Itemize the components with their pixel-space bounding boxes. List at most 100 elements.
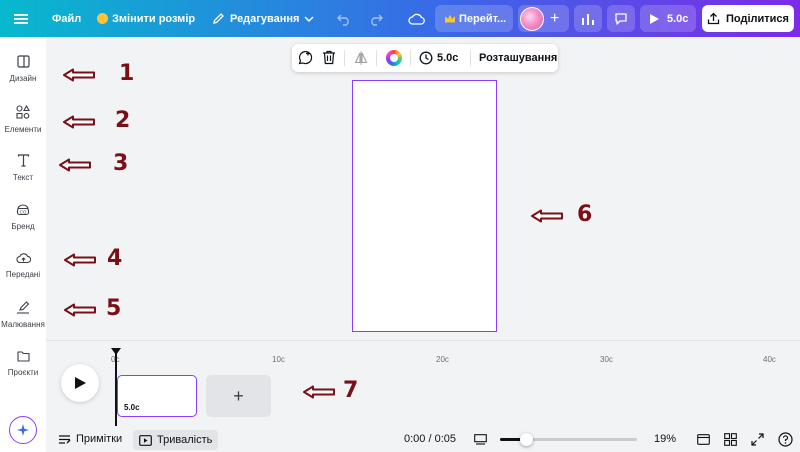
file-menu-label: Файл — [52, 12, 82, 25]
sidebar-item-brand[interactable]: CO Бренд — [0, 203, 46, 231]
elements-icon — [16, 105, 30, 119]
sidebar-item-label: Бренд — [11, 222, 35, 231]
add-collaborator-icon[interactable]: + — [550, 10, 559, 27]
playhead-handle[interactable] — [111, 348, 121, 355]
pencil-icon — [213, 13, 224, 24]
fullscreen-icon[interactable] — [751, 426, 764, 452]
svg-text:CO: CO — [20, 209, 27, 214]
editing-mode-label: Редагування — [230, 12, 300, 25]
annotation-arrow — [64, 253, 96, 267]
design-icon — [16, 55, 30, 68]
divider — [376, 50, 377, 66]
help-icon[interactable] — [778, 426, 793, 452]
sidebar-item-label: Дизайн — [9, 74, 37, 83]
sidebar-item-label: Передані — [5, 270, 41, 279]
timing-button[interactable]: 5.0с — [419, 50, 458, 66]
annotation-number: 3 — [113, 151, 129, 176]
comment-icon[interactable] — [607, 5, 635, 32]
crown-icon — [445, 14, 455, 23]
grid-icon[interactable] — [724, 426, 737, 452]
top-toolbar: Файл Змінити розмір Редагування Перейт..… — [0, 0, 800, 37]
projects-icon — [16, 351, 30, 362]
sidebar-item-label: Елементи — [4, 125, 42, 134]
time-readout: 0:00 / 0:05 — [404, 426, 456, 452]
time-readout-text: 0:00 / 0:05 — [404, 433, 456, 445]
editor-window: Файл Змінити розмір Редагування Перейт..… — [0, 0, 800, 452]
grid-view-icon[interactable] — [474, 426, 487, 452]
delete-icon[interactable] — [322, 50, 336, 70]
duration-toggle-label: Тривалість — [157, 434, 213, 446]
plus-icon: + — [233, 385, 244, 406]
annotation-arrow — [59, 158, 91, 172]
magic-assistant-button[interactable] — [9, 416, 37, 444]
crown-icon — [97, 13, 108, 24]
timeline-clip[interactable]: 5.0с — [117, 375, 197, 417]
play-preview-button[interactable]: 5.0с — [640, 5, 696, 32]
menu-icon[interactable] — [14, 0, 28, 37]
left-sidebar: Дизайн Елементи Текст CO Бренд Передані … — [0, 37, 46, 452]
color-picker-icon[interactable] — [386, 50, 402, 66]
play-icon — [74, 377, 86, 389]
cloud-save-icon[interactable] — [408, 0, 426, 37]
position-label: Розташування — [479, 52, 558, 64]
element-context-toolbar: 5.0с Розташування — [292, 44, 558, 72]
timeline-playhead[interactable] — [115, 352, 117, 426]
upgrade-button[interactable]: Перейт... — [435, 5, 513, 32]
file-menu-button[interactable]: Файл — [52, 0, 81, 37]
divider — [344, 50, 345, 66]
editing-mode-button[interactable]: Редагування — [212, 0, 314, 37]
resize-label: Змінити розмір — [112, 12, 196, 25]
annotation-arrow — [531, 209, 563, 223]
sidebar-item-projects[interactable]: Проєкти — [0, 350, 46, 377]
pages-view-icon[interactable] — [697, 426, 710, 452]
annotation-number: 4 — [107, 246, 123, 271]
resize-button[interactable]: Змінити розмір — [97, 0, 195, 37]
timing-duration: 5.0с — [437, 52, 459, 64]
timeline-play-button[interactable] — [61, 364, 99, 402]
brand-icon: CO — [16, 204, 30, 216]
draw-icon — [17, 301, 30, 314]
flip-icon[interactable] — [354, 51, 368, 70]
timeline-tick: 30с — [600, 355, 613, 364]
zoom-slider-handle[interactable] — [519, 433, 533, 446]
annotation-arrow — [63, 115, 95, 129]
design-page[interactable] — [352, 80, 497, 332]
avatar[interactable] — [520, 6, 544, 31]
annotation-arrow — [303, 385, 335, 399]
annotation-arrow — [63, 68, 95, 82]
undo-icon[interactable] — [336, 0, 352, 37]
annotation-arrow — [64, 303, 96, 317]
chevron-down-icon — [304, 15, 314, 22]
sidebar-item-text[interactable]: Текст — [0, 154, 46, 182]
text-icon — [17, 154, 29, 167]
zoom-level[interactable]: 19% — [654, 426, 676, 452]
annotation-number: 7 — [343, 378, 359, 403]
zoom-slider[interactable] — [500, 433, 637, 446]
sidebar-item-design[interactable]: Дизайн — [0, 55, 46, 83]
share-button[interactable]: Поділитися — [702, 5, 794, 32]
insights-icon[interactable] — [574, 5, 602, 32]
annotation-number: 6 — [577, 202, 593, 227]
add-page-button[interactable]: + — [206, 375, 271, 417]
sidebar-item-elements[interactable]: Елементи — [0, 105, 46, 134]
redo-icon[interactable] — [368, 0, 384, 37]
clock-icon — [419, 51, 433, 65]
annotation-number: 1 — [119, 61, 135, 86]
timeline-tick: 20с — [436, 355, 449, 364]
sidebar-item-uploads[interactable]: Передані — [0, 252, 46, 279]
collaborators-group: + — [518, 5, 569, 32]
sidebar-item-draw[interactable]: Малювання — [0, 301, 46, 329]
annotation-number: 5 — [106, 296, 122, 321]
sidebar-item-label: Текст — [12, 173, 34, 182]
add-comment-icon[interactable] — [297, 50, 313, 71]
divider — [470, 50, 471, 66]
notes-button[interactable]: Примітки — [58, 426, 122, 452]
sidebar-item-label: Малювання — [1, 320, 45, 329]
sidebar-item-label: Проєкти — [7, 368, 39, 377]
play-icon — [650, 13, 659, 24]
timeline-tick: 40с — [763, 355, 776, 364]
duration-toggle[interactable]: Тривалість — [133, 430, 219, 450]
position-button[interactable]: Розташування — [479, 50, 557, 66]
zoom-level-text: 19% — [654, 433, 677, 445]
notes-label: Примітки — [76, 433, 123, 445]
